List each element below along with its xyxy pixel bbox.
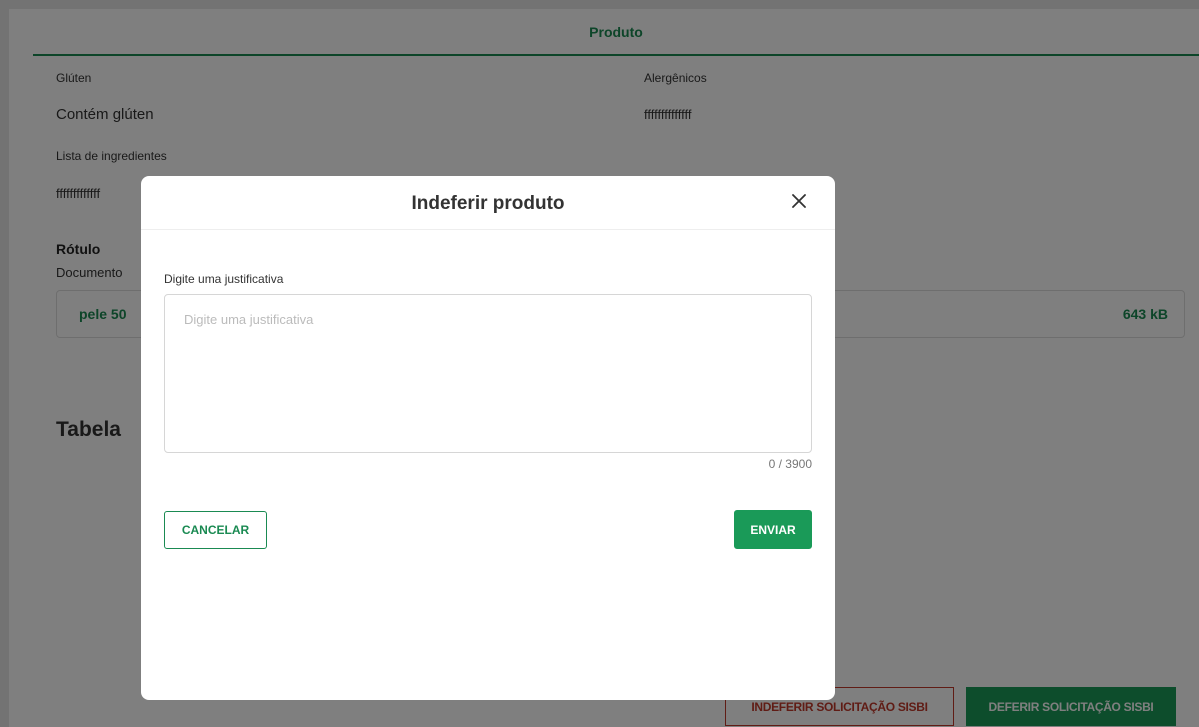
- indeferir-produto-modal: Indeferir produto Digite uma justificati…: [141, 176, 835, 700]
- close-icon: [792, 193, 806, 211]
- justificativa-textarea[interactable]: [164, 294, 812, 453]
- send-button[interactable]: ENVIAR: [734, 510, 812, 549]
- close-button[interactable]: [785, 188, 813, 216]
- character-counter: 0 / 3900: [768, 457, 812, 471]
- justificativa-label: Digite uma justificativa: [164, 272, 284, 286]
- modal-title: Indeferir produto: [411, 193, 565, 214]
- modal-header: Indeferir produto: [141, 176, 835, 230]
- cancel-button[interactable]: CANCELAR: [164, 511, 267, 549]
